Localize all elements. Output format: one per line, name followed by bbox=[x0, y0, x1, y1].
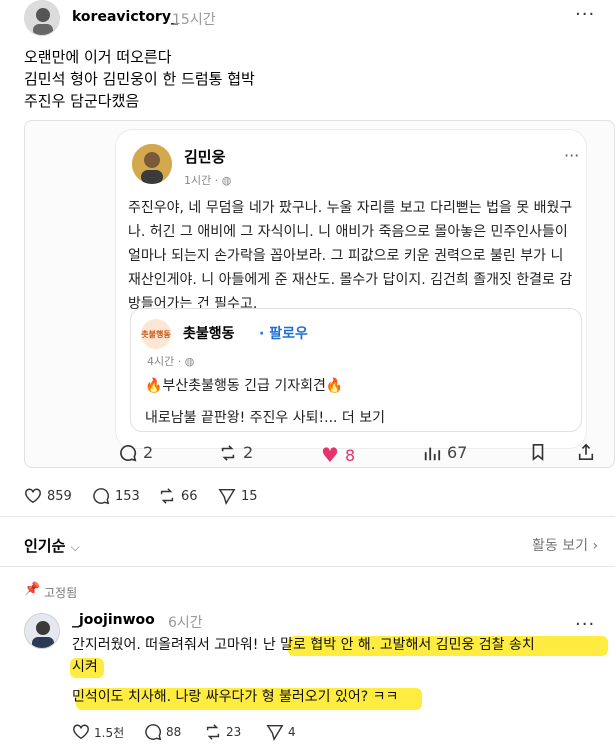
heart-filled-icon: ♥ bbox=[321, 443, 339, 467]
post-text-line-3: 주진우 담군다캤음 bbox=[24, 92, 140, 110]
reply-time: 6시간 bbox=[168, 615, 203, 631]
divider bbox=[0, 566, 615, 567]
reply-button[interactable]: 153 bbox=[92, 487, 140, 505]
repost-icon bbox=[221, 444, 235, 461]
reply-share-button[interactable]: 4 bbox=[266, 723, 296, 741]
share-count: 15 bbox=[241, 488, 258, 504]
heart-icon bbox=[73, 724, 89, 740]
chevron-right-icon: › bbox=[592, 538, 599, 554]
post-text-line-1: 오랜만에 이거 떠오른다 bbox=[24, 48, 172, 66]
reply-repost-button[interactable]: 23 bbox=[204, 723, 241, 741]
quoted-author-name: 촛불행동 bbox=[183, 326, 235, 342]
chevron-down-icon: ⌵ bbox=[70, 540, 80, 554]
reply-text-line-3: 민석이도 치사해. 나랑 싸우다가 형 불러오기 있어? ㅋㅋ bbox=[72, 689, 399, 705]
pin-icon: 📌 bbox=[24, 582, 41, 597]
quoted-post: 촛불행동 촛불행동 · 팔로우 4시간 · ◍ 🔥부산촛불행동 긴급 기자회견🔥… bbox=[130, 308, 582, 432]
reply-like-button[interactable]: 1.5천 bbox=[72, 723, 124, 741]
reply-like-count: 1.5천 bbox=[94, 725, 125, 740]
globe-icon: ◍ bbox=[184, 355, 195, 368]
like-count: 859 bbox=[47, 488, 72, 504]
embedded-like-count: 8 bbox=[344, 445, 356, 465]
repost-icon bbox=[206, 724, 220, 740]
embedded-more-icon: ··· bbox=[564, 146, 580, 165]
embedded-author-name: 김민웅 bbox=[184, 148, 226, 166]
quoted-follow-label: · 팔로우 bbox=[259, 326, 308, 342]
repost-count: 66 bbox=[181, 488, 198, 504]
reply-share-count: 4 bbox=[288, 725, 296, 739]
reply-text-line-2: 시켜 bbox=[72, 659, 98, 675]
send-icon bbox=[266, 724, 284, 741]
embedded-bookmark-action bbox=[529, 443, 547, 461]
person-icon bbox=[132, 144, 172, 184]
quoted-title: 🔥부산촛불행동 긴급 기자회견🔥 bbox=[145, 378, 344, 394]
sort-label: 인기순 bbox=[24, 537, 66, 555]
quoted-time: 4시간 · ◍ bbox=[147, 355, 195, 368]
embedded-time: 1시간 · ◍ bbox=[184, 174, 232, 187]
sort-dropdown[interactable]: 인기순 ⌵ bbox=[24, 535, 80, 556]
person-icon bbox=[25, 614, 59, 648]
send-icon bbox=[218, 488, 236, 505]
reply-repost-count: 23 bbox=[226, 725, 242, 739]
reply-text-line-1: 간지러웠어. 떠올려줘서 고마워! 난 말로 협박 안 해. 고발해서 김민웅 … bbox=[72, 637, 535, 653]
embedded-like-action: ♥ 8 bbox=[321, 443, 355, 467]
share-button[interactable]: 15 bbox=[218, 487, 258, 505]
like-button[interactable]: 859 bbox=[24, 487, 72, 505]
embedded-views-action: 67 bbox=[423, 443, 467, 462]
embedded-avatar bbox=[132, 144, 172, 184]
embedded-post-card: 김민웅 1시간 · ◍ ··· 주진우야, 네 무덤을 네가 팠구나. 누울 자… bbox=[115, 129, 587, 449]
reply-count: 153 bbox=[115, 488, 140, 504]
pinned-label: 고정됨 bbox=[44, 586, 78, 600]
reply-more-options-icon[interactable]: ··· bbox=[575, 614, 595, 635]
reply-reply-count: 88 bbox=[166, 725, 182, 739]
embedded-views-count: 67 bbox=[447, 443, 468, 462]
embedded-reply-action: 2 bbox=[119, 443, 153, 462]
attached-image[interactable]: 김민웅 1시간 · ◍ ··· 주진우야, 네 무덤을 네가 팠구나. 누울 자… bbox=[24, 120, 615, 468]
quoted-subtitle: 내로남불 끝판왕! 주진우 사퇴!... 더 보기 bbox=[145, 410, 386, 426]
bar-chart-icon bbox=[424, 447, 441, 460]
upload-icon bbox=[578, 443, 594, 461]
embedded-reply-count: 2 bbox=[143, 443, 154, 462]
embedded-post-text: 주진우야, 네 무덤을 네가 팠구나. 누울 자리를 보고 다리뻗는 법을 못 … bbox=[128, 200, 573, 312]
embedded-repost-count: 2 bbox=[243, 443, 254, 462]
comment-icon bbox=[145, 724, 162, 741]
divider bbox=[0, 516, 615, 517]
bookmark-icon bbox=[532, 443, 544, 461]
author-username[interactable]: koreavictory_ bbox=[72, 9, 178, 25]
reply-reply-button[interactable]: 88 bbox=[144, 723, 181, 741]
embedded-share-action bbox=[577, 443, 595, 461]
view-activity-link[interactable]: 활동 보기 › bbox=[532, 535, 598, 555]
post-text-line-2: 김민석 형아 김민웅이 한 드럼통 협박 bbox=[24, 70, 255, 88]
author-avatar[interactable] bbox=[24, 0, 60, 36]
quoted-avatar: 촛불행동 bbox=[141, 319, 171, 349]
post-time: 15시간 bbox=[172, 12, 216, 28]
more-options-icon[interactable]: ··· bbox=[575, 4, 595, 25]
repost-button[interactable]: 66 bbox=[158, 487, 198, 505]
heart-icon bbox=[25, 488, 41, 504]
comment-icon bbox=[93, 488, 110, 505]
activity-label: 활동 보기 bbox=[532, 538, 588, 554]
globe-icon: ◍ bbox=[221, 174, 232, 187]
reply-author-username[interactable]: _joojinwoo bbox=[72, 612, 155, 628]
repost-icon bbox=[160, 488, 174, 504]
reply-author-avatar[interactable] bbox=[24, 613, 60, 649]
embedded-repost-action: 2 bbox=[219, 443, 253, 462]
comment-icon bbox=[120, 444, 137, 461]
avatar-image-icon bbox=[25, 1, 59, 35]
